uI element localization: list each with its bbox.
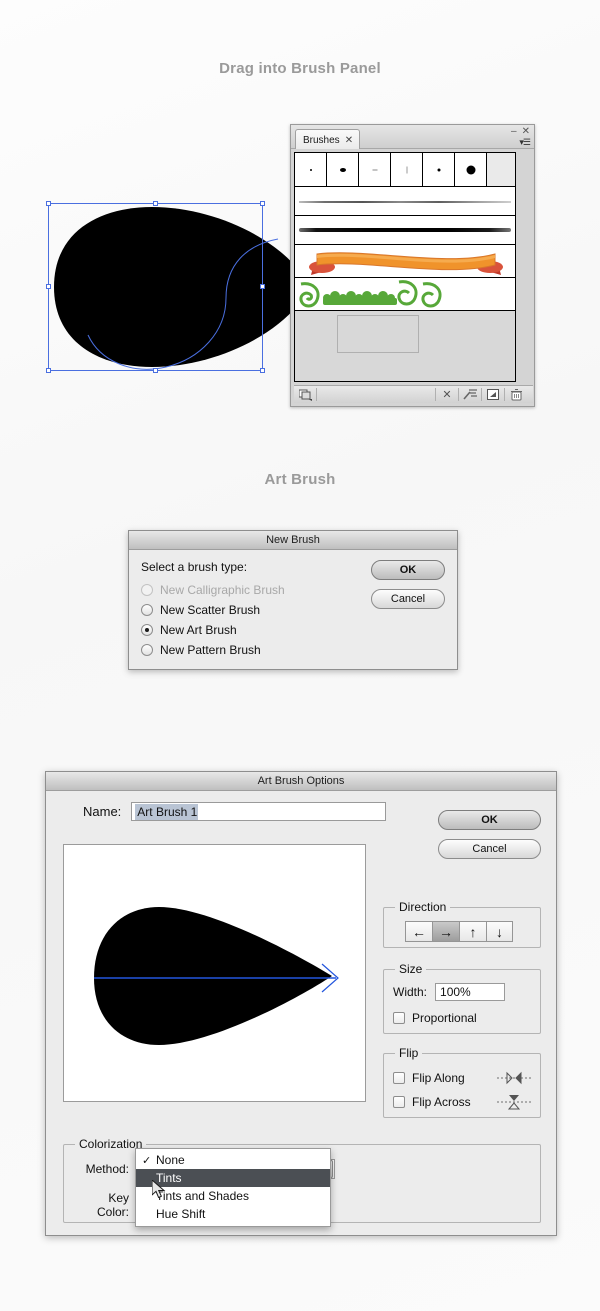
radio-indicator xyxy=(141,584,153,596)
close-icon[interactable]: ✕ xyxy=(345,135,353,146)
menu-item-label: Tints and Shades xyxy=(156,1189,249,1203)
drag-drop-target-outline xyxy=(337,315,419,353)
width-input[interactable]: 100% xyxy=(435,983,506,1001)
brush-options-icon[interactable] xyxy=(459,387,481,403)
brush-tips-empty-area xyxy=(487,153,515,186)
key-color-label: Key Color: xyxy=(96,1191,129,1219)
flip-along-label: Flip Along xyxy=(412,1071,465,1085)
selection-handle[interactable] xyxy=(152,368,158,373)
brush-stroke-green-floral[interactable] xyxy=(295,278,515,311)
brush-preview-canvas[interactable] xyxy=(63,844,366,1102)
brushes-panel-footer[interactable]: ✕ xyxy=(294,385,533,403)
method-label: Method: xyxy=(85,1162,129,1176)
width-label: Width: xyxy=(393,985,428,999)
selection-bounding-box[interactable] xyxy=(46,201,265,373)
cancel-button[interactable]: Cancel xyxy=(438,839,541,859)
menu-item-none[interactable]: ✓ None xyxy=(136,1151,330,1169)
brush-tip-6[interactable] xyxy=(455,153,487,186)
flip-along-row[interactable]: Flip Along xyxy=(393,1066,531,1090)
orange-ribbon-icon xyxy=(309,252,503,275)
brush-name-value: Art Brush 1 xyxy=(135,803,199,820)
flip-across-row[interactable]: Flip Across xyxy=(393,1090,531,1114)
teardrop-preview xyxy=(94,907,339,1045)
radio-new-pattern-brush[interactable]: New Pattern Brush xyxy=(141,640,445,660)
direction-right-button[interactable]: → xyxy=(432,921,459,942)
new-brush-dialog-title: New Brush xyxy=(129,531,457,550)
brush-stroke-thin-charcoal[interactable] xyxy=(295,187,515,216)
size-legend: Size xyxy=(399,962,423,976)
heading-drag-into-brush-panel: Drag into Brush Panel xyxy=(219,60,381,77)
direction-up-button[interactable]: ↑ xyxy=(459,921,486,942)
radio-indicator xyxy=(141,604,153,616)
delete-brush-icon[interactable] xyxy=(505,387,527,403)
flip-along-icon xyxy=(497,1071,531,1085)
selection-handle[interactable] xyxy=(152,201,158,206)
brush-stroke-orange-ribbon[interactable] xyxy=(295,245,515,278)
selection-handle[interactable] xyxy=(260,368,265,373)
proportional-label: Proportional xyxy=(412,1011,477,1025)
menu-item-label: Hue Shift xyxy=(156,1207,206,1221)
radio-new-art-brush[interactable]: New Art Brush xyxy=(141,620,445,640)
menu-item-hue-shift[interactable]: Hue Shift xyxy=(136,1205,330,1223)
mouse-cursor-icon xyxy=(152,1180,166,1199)
close-icon[interactable]: ✕ xyxy=(522,126,530,137)
panel-titlebar: Brushes ✕ – ✕ ▾☰ xyxy=(291,125,534,149)
brushes-list[interactable] xyxy=(294,152,516,382)
brush-name-input[interactable]: Art Brush 1 xyxy=(131,802,387,821)
selection-handle[interactable] xyxy=(260,284,265,289)
flip-across-label: Flip Across xyxy=(412,1095,471,1109)
proportional-checkbox-row[interactable]: Proportional xyxy=(393,1011,531,1025)
brush-tip-1[interactable] xyxy=(295,153,327,186)
radio-indicator xyxy=(141,624,153,636)
brush-libraries-icon[interactable] xyxy=(294,387,316,403)
new-brush-icon[interactable] xyxy=(482,387,504,403)
flip-legend: Flip xyxy=(399,1046,419,1060)
brush-tip-2[interactable] xyxy=(327,153,359,186)
panel-window-controls[interactable]: – ✕ xyxy=(511,126,530,137)
direction-left-button[interactable]: ← xyxy=(405,921,432,942)
minimize-icon[interactable]: – xyxy=(511,126,517,137)
calligraphic-tips-row xyxy=(295,153,515,187)
radio-label: New Scatter Brush xyxy=(160,603,261,617)
brush-tip-5[interactable] xyxy=(423,153,455,186)
radio-label: New Calligraphic Brush xyxy=(160,583,285,597)
brush-name-label: Name: xyxy=(83,804,122,819)
radio-indicator xyxy=(141,644,153,656)
artwork-canvas xyxy=(40,195,305,385)
heading-art-brush: Art Brush xyxy=(264,471,336,488)
selection-handle[interactable] xyxy=(46,284,51,289)
selection-handle[interactable] xyxy=(260,201,265,206)
brush-stroke-thick-charcoal[interactable] xyxy=(295,216,515,245)
check-icon: ✓ xyxy=(142,1154,152,1167)
direction-legend: Direction xyxy=(399,900,447,914)
checkbox-indicator xyxy=(393,1072,405,1084)
selection-handle[interactable] xyxy=(46,201,51,206)
ok-button[interactable]: OK xyxy=(371,560,445,580)
flip-group: Flip Flip Along Flip Across xyxy=(383,1046,541,1118)
ok-button[interactable]: OK xyxy=(438,810,541,830)
brush-tip-3[interactable] xyxy=(359,153,391,186)
selection-handle[interactable] xyxy=(46,368,51,373)
tab-brushes-label: Brushes xyxy=(303,135,340,146)
floral-pattern-icon xyxy=(299,280,442,308)
art-brush-options-title: Art Brush Options xyxy=(46,772,556,791)
panel-menu-icon[interactable]: ▾☰ xyxy=(519,137,531,148)
checkbox-indicator xyxy=(393,1012,405,1024)
flip-across-icon xyxy=(497,1095,531,1110)
remove-brush-stroke-icon[interactable]: ✕ xyxy=(436,387,458,403)
radio-label: New Pattern Brush xyxy=(160,643,261,657)
direction-down-button[interactable]: ↓ xyxy=(486,921,513,942)
size-group: Size Width: 100% Proportional xyxy=(383,962,541,1034)
new-brush-dialog[interactable]: New Brush Select a brush type: New Calli… xyxy=(128,530,458,670)
radio-label: New Art Brush xyxy=(160,623,237,637)
brush-tip-4[interactable] xyxy=(391,153,423,186)
stage-artwork-and-panel: Brushes ✕ – ✕ ▾☰ ✕ xyxy=(0,110,600,410)
cancel-button[interactable]: Cancel xyxy=(371,589,445,609)
brushes-panel[interactable]: Brushes ✕ – ✕ ▾☰ ✕ xyxy=(290,124,535,407)
checkbox-indicator xyxy=(393,1096,405,1108)
tab-brushes[interactable]: Brushes ✕ xyxy=(295,129,361,149)
direction-group: Direction ← → ↑ ↓ xyxy=(383,900,541,948)
menu-item-label: None xyxy=(156,1153,185,1167)
